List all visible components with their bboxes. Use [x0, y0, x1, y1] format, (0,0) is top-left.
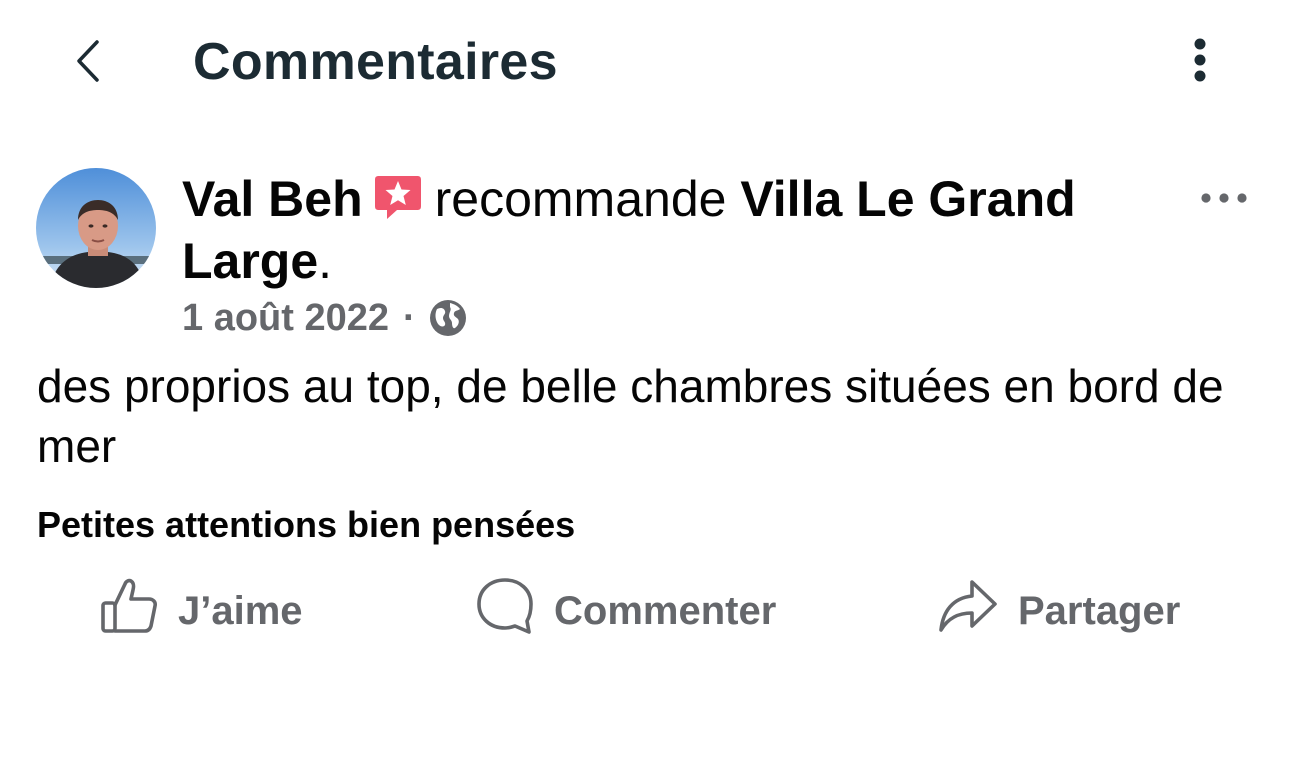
options-menu-button[interactable]: [1180, 34, 1220, 86]
back-button[interactable]: [66, 36, 110, 86]
comment-label: Commenter: [554, 588, 777, 633]
recommend-verb: recommande: [434, 171, 727, 227]
like-label: J’aime: [178, 588, 303, 633]
page-title: Commentaires: [193, 33, 558, 91]
horizontal-dots-icon: [1201, 193, 1247, 203]
post-meta: 1 août 2022 ·: [182, 294, 468, 342]
post-more-button[interactable]: [1196, 180, 1252, 216]
meta-separator: ·: [403, 296, 416, 339]
share-button[interactable]: Partager: [938, 576, 1180, 646]
recommend-star-icon: [373, 172, 423, 222]
vertical-dots-icon: [1194, 38, 1206, 82]
post-headline: Val Beh recommande Villa Le Grand Large.: [182, 168, 1172, 292]
comment-bubble-icon: [476, 577, 534, 645]
thumbs-up-icon: [100, 578, 158, 644]
share-label: Partager: [1018, 588, 1181, 633]
avatar[interactable]: [36, 168, 156, 288]
like-button[interactable]: J’aime: [100, 576, 303, 646]
share-arrow-icon: [938, 578, 998, 644]
review-tag: Petites attentions bien pensées: [37, 504, 576, 545]
globe-icon: [428, 298, 468, 338]
headline-period: .: [318, 233, 333, 289]
chevron-left-icon: [77, 40, 99, 82]
post-text: des proprios au top, de belle chambres s…: [37, 360, 1224, 472]
avatar-image: [36, 168, 156, 288]
comment-button[interactable]: Commenter: [476, 576, 776, 646]
post-date[interactable]: 1 août 2022: [182, 297, 389, 340]
author-name[interactable]: Val Beh: [182, 171, 363, 227]
